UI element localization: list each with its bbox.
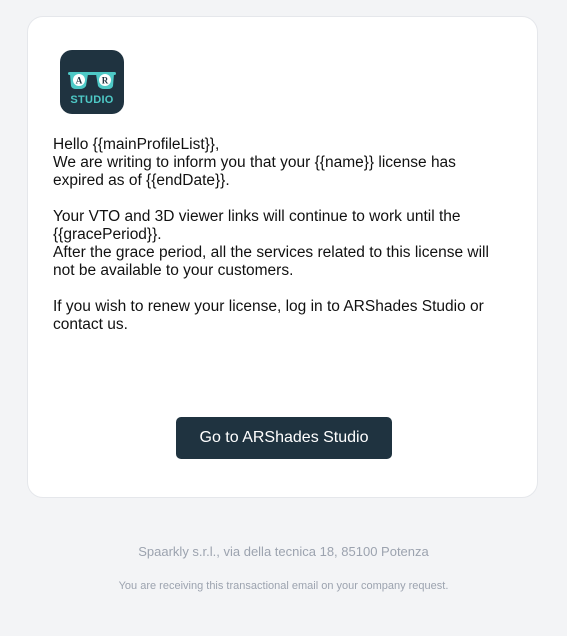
- logo-label: STUDIO: [70, 94, 114, 106]
- footer-address: Spaarkly s.r.l., via della tecnica 18, 8…: [138, 544, 429, 559]
- body-line: {{gracePeriod}}.: [53, 226, 162, 243]
- footer-note: You are receiving this transactional ema…: [118, 580, 449, 592]
- go-to-arshades-studio-button[interactable]: Go to ARShades Studio: [176, 417, 392, 459]
- body-line: If you wish to renew your license, log i…: [53, 298, 484, 315]
- body-line: We are writing to inform you that your {…: [53, 154, 456, 171]
- email-card: A R STUDIO Hello {{mainProfileList}}, We…: [27, 16, 538, 498]
- arshades-studio-logo: A R STUDIO: [60, 50, 124, 114]
- email-body: Hello {{mainProfileList}}, We are writin…: [53, 136, 513, 334]
- body-line: Your VTO and 3D viewer links will contin…: [53, 208, 461, 225]
- logo-letter-r: R: [102, 76, 109, 86]
- body-line: After the grace period, all the services…: [53, 244, 489, 261]
- body-line: contact us.: [53, 316, 128, 333]
- greeting: Hello {{mainProfileList}},: [53, 136, 220, 153]
- body-line: expired as of {{endDate}}.: [53, 172, 230, 189]
- body-line: not be available to your customers.: [53, 262, 294, 279]
- logo-letter-a: A: [76, 76, 83, 86]
